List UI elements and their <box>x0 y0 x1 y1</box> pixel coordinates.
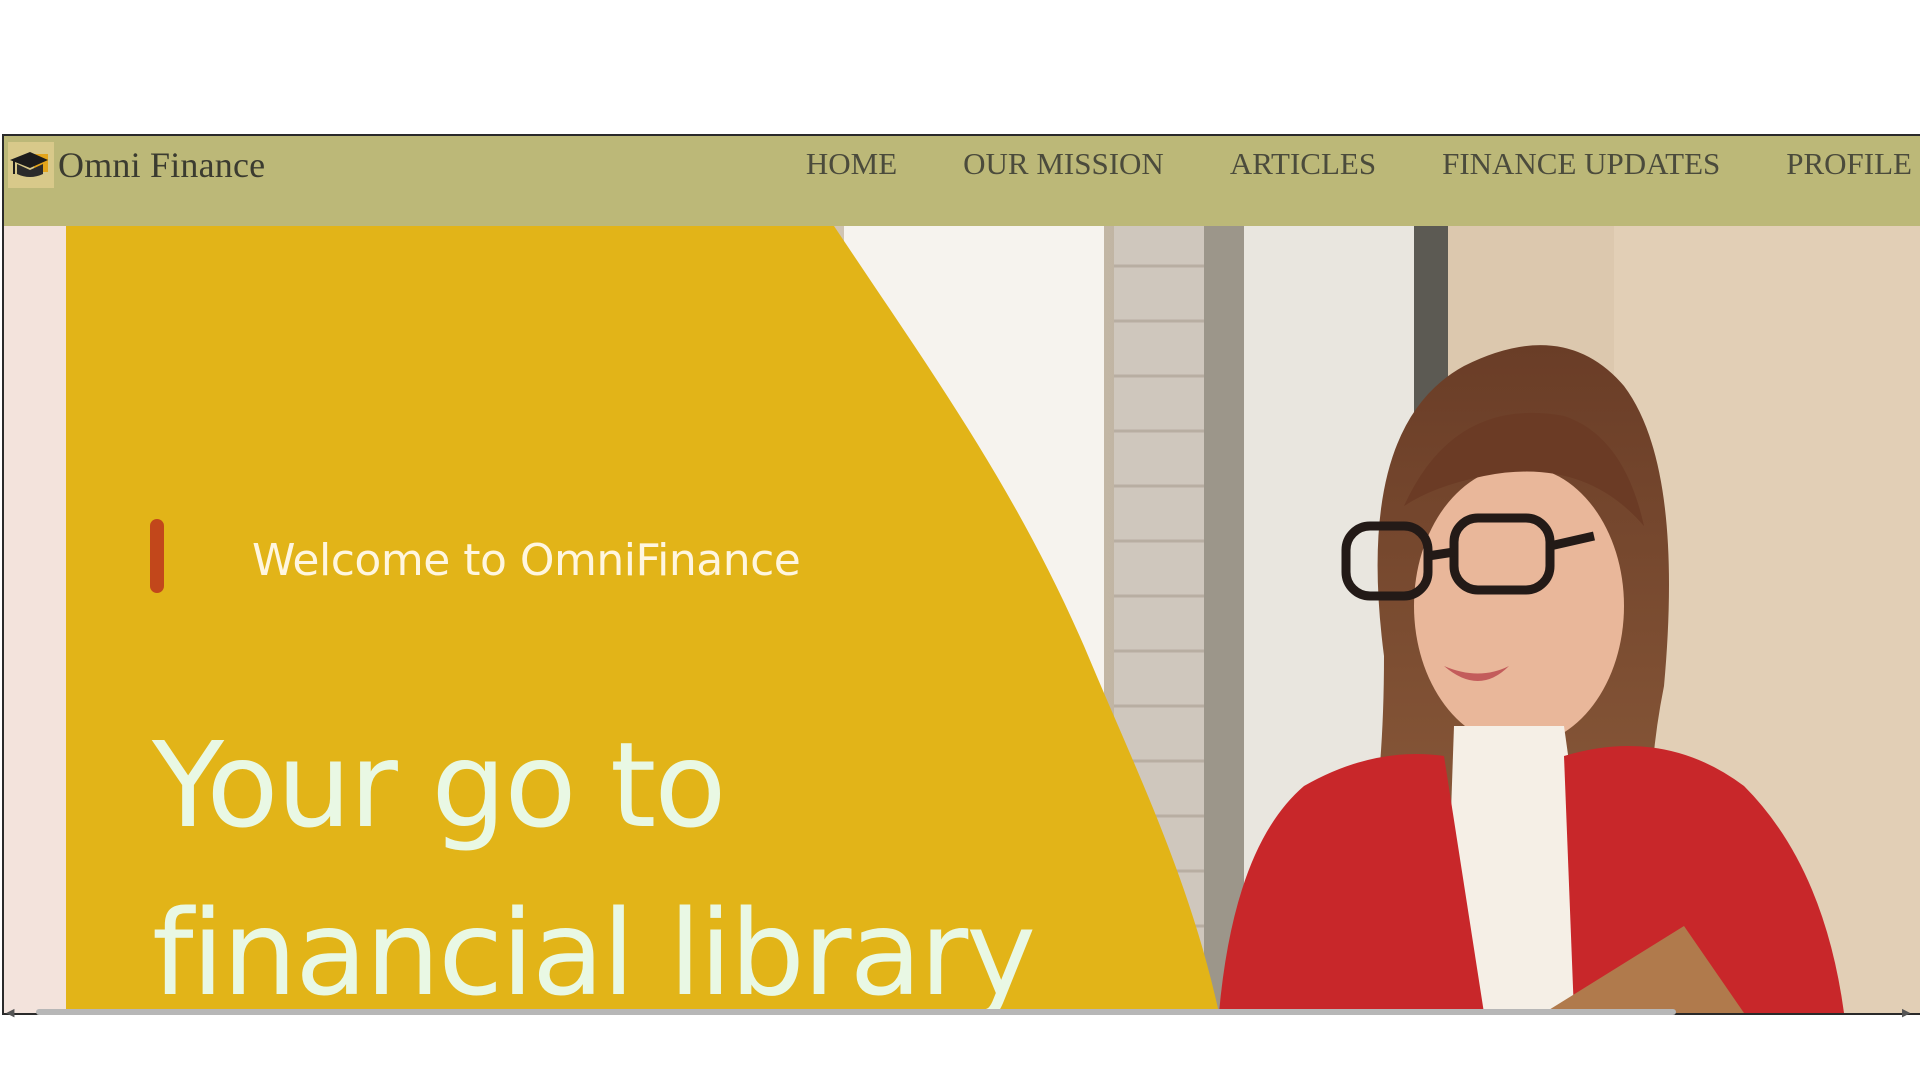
headline-line-2: financial library <box>152 884 1036 1015</box>
brand-logo[interactable]: Omni Finance <box>8 140 265 190</box>
hero-left-stripe <box>4 226 66 1013</box>
scroll-right-arrow-icon[interactable]: ▶ <box>1902 1006 1910 1019</box>
browser-viewport: Omni Finance HOME OUR MISSION ARTICLES F… <box>2 134 1920 1015</box>
hero-section: Welcome to OmniFinance Your go to financ… <box>4 226 1920 1013</box>
top-navbar: Omni Finance HOME OUR MISSION ARTICLES F… <box>4 136 1920 226</box>
accent-bar <box>150 519 164 593</box>
brand-name: Omni Finance <box>58 145 266 185</box>
headline-line-1: Your go to <box>152 716 726 854</box>
hero-headline: Your go to financial library <box>152 701 1036 1015</box>
nav-home[interactable]: HOME <box>806 146 897 182</box>
nav-articles[interactable]: ARTICLES <box>1230 146 1376 182</box>
nav-finance-updates[interactable]: FINANCE UPDATES <box>1442 146 1720 182</box>
welcome-text: Welcome to OmniFinance <box>252 535 801 586</box>
horizontal-scrollbar-thumb[interactable] <box>36 1009 1676 1015</box>
scroll-left-arrow-icon[interactable]: ◀ <box>6 1006 14 1019</box>
nav-our-mission[interactable]: OUR MISSION <box>963 146 1164 182</box>
graduation-cap-icon <box>8 142 54 188</box>
nav-profile[interactable]: PROFILE <box>1786 146 1912 182</box>
main-nav: HOME OUR MISSION ARTICLES FINANCE UPDATE… <box>806 146 1912 182</box>
